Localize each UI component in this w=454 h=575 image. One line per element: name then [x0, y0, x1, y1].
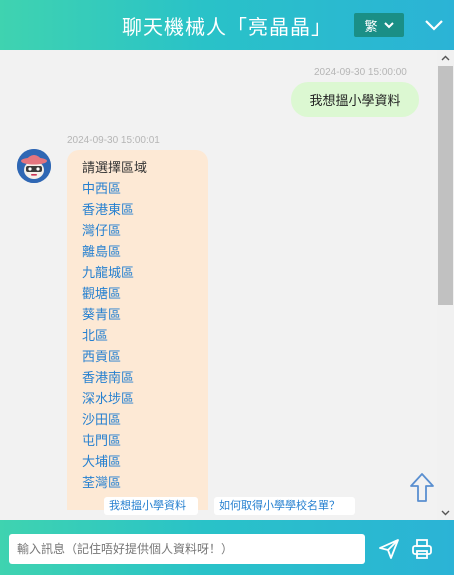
- scroll-down-arrow-icon[interactable]: [441, 508, 450, 517]
- district-option-tsuen-wan[interactable]: 荃灣區: [82, 473, 208, 494]
- bot-message-bubble: 請選擇區域 中西區 香港東區 灣仔區 離島區 九龍城區 觀塘區 葵青區 北區 西…: [67, 150, 208, 510]
- district-option-sha-tin[interactable]: 沙田區: [82, 410, 208, 431]
- bot-avatar: [17, 149, 51, 183]
- quick-reply-school-list[interactable]: 如何取得小學學校名單？: [214, 497, 355, 515]
- district-option-sai-kung[interactable]: 西貢區: [82, 347, 208, 368]
- scrollbar-thumb[interactable]: [438, 66, 453, 305]
- bot-message-intro: 請選擇區域: [82, 161, 148, 176]
- chat-header: 聊天機械人「亮晶晶」 繁: [0, 0, 454, 50]
- district-option-eastern[interactable]: 香港東區: [82, 200, 208, 221]
- district-option-tuen-mun[interactable]: 屯門區: [82, 431, 208, 452]
- district-option-tai-po[interactable]: 大埔區: [82, 452, 208, 473]
- district-option-north[interactable]: 北區: [82, 326, 208, 347]
- scroll-up-arrow-icon[interactable]: [441, 54, 450, 63]
- chevron-down-icon: [383, 21, 394, 28]
- district-option-central-western[interactable]: 中西區: [82, 179, 208, 200]
- message-input[interactable]: [9, 534, 365, 564]
- bot-message-timestamp: 2024-09-30 15:00:01: [67, 135, 160, 146]
- chat-scrollbar[interactable]: [437, 50, 454, 520]
- district-option-islands[interactable]: 離島區: [82, 242, 208, 263]
- language-label: 繁: [364, 19, 378, 35]
- chat-input-bar: [0, 520, 454, 575]
- district-option-kwun-tong[interactable]: 觀塘區: [82, 284, 208, 305]
- user-message-timestamp: 2024-09-30 15:00:00: [314, 67, 407, 78]
- printer-icon[interactable]: [411, 538, 433, 560]
- collapse-chevron-icon[interactable]: [424, 16, 444, 34]
- robot-avatar-icon: [17, 149, 51, 183]
- user-message-bubble: 我想搵小學資料: [291, 82, 419, 117]
- district-option-sham-shui-po[interactable]: 深水埗區: [82, 389, 208, 410]
- district-option-kowloon-city[interactable]: 九龍城區: [82, 263, 208, 284]
- language-select-button[interactable]: 繁: [354, 13, 404, 37]
- chat-messages-area[interactable]: 2024-09-30 15:00:00 我想搵小學資料 2024-09-30 1…: [0, 50, 437, 520]
- district-option-kwai-tsing[interactable]: 葵青區: [82, 305, 208, 326]
- arrow-up-icon[interactable]: [408, 471, 436, 507]
- paper-plane-icon[interactable]: [378, 538, 400, 560]
- quick-reply-primary-school-info[interactable]: 我想搵小學資料: [104, 497, 198, 515]
- district-option-wan-chai[interactable]: 灣仔區: [82, 221, 208, 242]
- district-option-southern[interactable]: 香港南區: [82, 368, 208, 389]
